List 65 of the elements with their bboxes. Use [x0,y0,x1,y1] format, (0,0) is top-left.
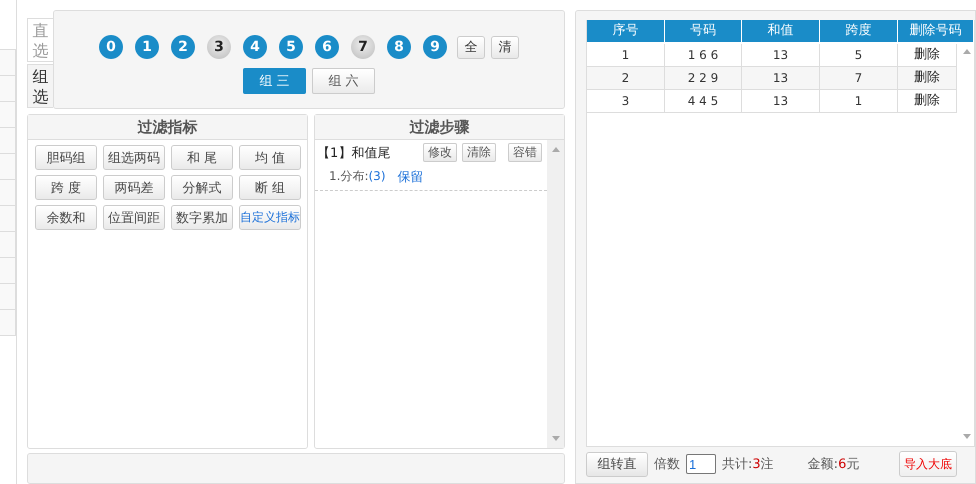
digit-ball[interactable]: 6 [315,35,339,59]
scroll-up-icon[interactable] [962,48,972,54]
indicator-button[interactable]: 均 值 [239,145,301,170]
digit-ball[interactable]: 4 [243,35,267,59]
indicator-button[interactable]: 自定义指标 [239,205,301,230]
column-header: 跨度 [820,20,898,42]
step-action-button[interactable]: 清除 [462,143,496,162]
digit-ball[interactable]: 7 [351,35,375,59]
panel-title: 过滤指标 [28,115,307,140]
digit-ball[interactable]: 5 [279,35,303,59]
scroll-down-icon[interactable] [550,436,560,442]
table-cell: 4 4 5 [665,90,742,112]
multiplier-label: 倍数 [654,456,680,473]
table-cell: 2 2 9 [665,67,742,89]
delete-link[interactable]: 删除 [898,67,957,89]
step-label: 【1】和值尾 [317,144,390,162]
digit-ball[interactable]: 1 [135,35,159,59]
total-text: 共计:3注 [722,456,774,473]
keep-link[interactable]: 保留 [398,168,424,186]
indicator-button[interactable]: 两码差 [103,175,165,200]
digit-action-button[interactable]: 清 [491,36,519,58]
panel-title: 过滤步骤 [315,115,564,140]
indicator-button[interactable]: 组选两码 [103,145,165,170]
scroll-up-icon[interactable] [550,146,560,152]
table-cell: 13 [742,67,820,89]
delete-link[interactable]: 删除 [898,90,957,112]
column-header: 和值 [742,20,820,42]
digit-ball[interactable]: 8 [387,35,411,59]
table-cell: 3 [587,90,665,112]
indicator-button[interactable]: 余数和 [35,205,97,230]
group-type-button[interactable]: 组 六 [312,68,375,94]
step-action-button[interactable]: 容错 [508,143,542,162]
indicator-button[interactable]: 位置间距 [103,205,165,230]
table-cell: 13 [742,44,820,66]
column-header: 号码 [665,20,742,42]
table-cell: 7 [820,67,898,89]
table-cell: 1 [820,90,898,112]
multiplier-input[interactable]: 1 [686,454,716,474]
table-cell: 1 6 6 [665,44,742,66]
indicator-button[interactable]: 和 尾 [171,145,233,170]
digit-action-button[interactable]: 全 [457,36,485,58]
digit-ball[interactable]: 2 [171,35,195,59]
digit-ball[interactable]: 9 [423,35,447,59]
table-cell: 5 [820,44,898,66]
indicator-button[interactable]: 跨 度 [35,175,97,200]
digit-ball[interactable]: 0 [99,35,123,59]
step-detail: 1.分布:(3) [329,168,386,186]
table-cell: 2 [587,67,665,89]
convert-button[interactable]: 组转直 [586,452,648,476]
import-button[interactable]: 导入大底 [899,451,957,477]
group-type-button[interactable]: 组 三 [243,68,306,94]
digit-ball[interactable]: 3 [207,35,231,59]
step-action-button[interactable]: 修改 [423,143,457,162]
scrollbar[interactable] [547,140,564,448]
delete-link[interactable]: 删除 [898,44,957,66]
table-cell: 1 [587,44,665,66]
scroll-down-icon[interactable] [962,434,972,440]
mode-tab[interactable]: 组选 [27,64,53,108]
amount-text: 金额:6元 [808,456,860,473]
indicator-button[interactable]: 数字累加 [171,205,233,230]
indicator-button[interactable]: 断 组 [239,175,301,200]
table-cell: 13 [742,90,820,112]
indicator-button[interactable]: 胆码组 [35,145,97,170]
column-header: 序号 [587,20,665,42]
indicator-button[interactable]: 分解式 [171,175,233,200]
